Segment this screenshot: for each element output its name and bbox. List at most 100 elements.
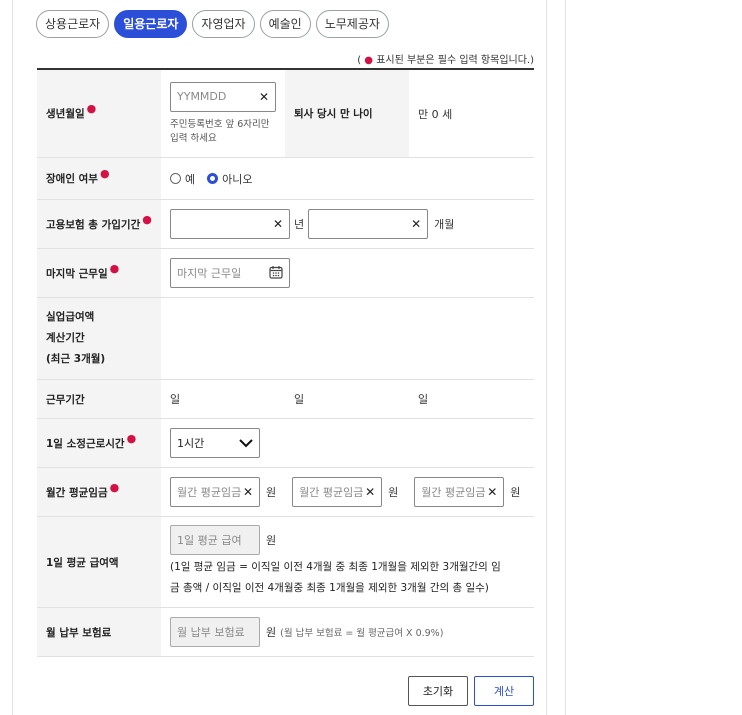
row-daily-average: 1일 평균 급여액 1일 평균 급여 원 (1일 평균 임금 = 이직일 이전 … xyxy=(37,517,534,608)
tab-self-employed[interactable]: 자영업자 xyxy=(192,10,255,38)
daily-hours-value: 1시간 xyxy=(177,437,205,450)
insurance-period-label-text: 고용보험 총 가입기간 xyxy=(46,218,141,231)
chevron-down-icon xyxy=(239,438,253,447)
premium-label: 월 납부 보험료 xyxy=(37,608,161,656)
insurance-years-input[interactable]: ✕ xyxy=(170,209,290,239)
premium-placeholder: 월 납부 보험료 xyxy=(177,626,245,639)
row-calc-period: 실업급여액 계산기간 (최근 3개월) xyxy=(37,298,534,380)
retire-age-label: 퇴사 당시 만 나이 xyxy=(285,70,409,157)
disability-no-label: 아니오 xyxy=(222,172,253,186)
radio-checked-icon xyxy=(207,173,219,184)
calculator-form: 생년월일 ● YYMMDD ✕ 주민등록번호 앞 6자리만 입력 하세요 퇴사 … xyxy=(37,68,534,657)
last-work-day-input[interactable]: 마지막 근무일 xyxy=(170,258,290,288)
daily-average-note-2: 금 총액 / 이직일 이전 4개월중 최종 1개월을 제외한 3개월 간의 총 … xyxy=(170,582,489,594)
retire-age-value: 만 0 세 xyxy=(418,107,453,121)
daily-average-input-wrap: 1일 평균 급여 원 xyxy=(170,525,282,555)
notice-open: ( xyxy=(357,55,362,66)
insurance-months-input[interactable]: ✕ xyxy=(308,209,429,239)
work-period-label-text: 근무기간 xyxy=(46,393,85,406)
monthly-wage-label: 월간 평균임금 ● xyxy=(37,468,161,516)
calendar-icon[interactable] xyxy=(269,265,283,282)
monthly-wage-placeholder: 월간 평균임금 xyxy=(299,486,364,499)
required-notice: ( ● 표시된 부분은 필수 입력 항목입니다.) xyxy=(357,51,534,66)
clear-icon[interactable]: ✕ xyxy=(259,90,269,104)
work-period-label: 근무기간 xyxy=(37,380,161,418)
birth-help-line1: 주민등록번호 앞 6자리만 xyxy=(170,118,270,130)
required-dot-icon: ● xyxy=(109,261,120,275)
disability-yes-label: 예 xyxy=(185,172,196,186)
notice-text: 표시된 부분은 필수 입력 항목입니다.) xyxy=(376,55,534,66)
monthly-wage-label-text: 월간 평균임금 xyxy=(46,486,108,499)
daily-hours-label-text: 1일 소정근로시간 xyxy=(46,437,125,450)
calc-period-line3: (최근 3개월) xyxy=(46,353,106,365)
daily-average-placeholder: 1일 평균 급여 xyxy=(177,534,242,547)
disability-label-text: 장애인 여부 xyxy=(46,173,98,185)
reset-button[interactable]: 초기화 xyxy=(408,676,468,706)
row-last-work-day: 마지막 근무일 ● 마지막 근무일 xyxy=(37,249,534,298)
clear-icon[interactable]: ✕ xyxy=(411,217,421,231)
side-divider xyxy=(565,0,566,715)
daily-hours-cell: 1시간 xyxy=(161,419,534,467)
monthly-wage-placeholder: 월간 평균임금 xyxy=(421,486,486,499)
last-work-day-label: 마지막 근무일 ● xyxy=(37,249,161,297)
clear-icon[interactable]: ✕ xyxy=(365,485,375,499)
disability-yes-radio[interactable]: 예 xyxy=(170,171,195,187)
monthly-wage-cell: 월간 평균임금 ✕ 원 월간 평균임금 ✕ 원 월간 평균임금 ✕ 원 xyxy=(161,468,534,516)
daily-average-input: 1일 평균 급여 xyxy=(170,525,260,555)
required-dot-icon: ● xyxy=(126,431,137,445)
work-days-3: 일 xyxy=(418,393,429,406)
tab-labor-provider[interactable]: 노무제공자 xyxy=(315,10,389,38)
last-work-day-cell: 마지막 근무일 xyxy=(161,249,534,297)
premium-input: 월 납부 보험료 xyxy=(170,617,260,647)
tab-regular-worker[interactable]: 상용근로자 xyxy=(36,10,110,38)
won-unit: 원 xyxy=(510,486,521,499)
won-unit: 원 xyxy=(388,486,399,499)
daily-hours-select[interactable]: 1시간 xyxy=(170,428,260,458)
monthly-wage-input-1[interactable]: 월간 평균임금 ✕ xyxy=(170,477,260,507)
clear-icon[interactable]: ✕ xyxy=(273,217,283,231)
disability-no-radio[interactable]: 아니오 xyxy=(207,171,253,187)
daily-average-note: (1일 평균 임금 = 이직일 이전 4개월 중 최종 1개월을 제외한 3개월… xyxy=(170,557,501,599)
tab-daily-worker[interactable]: 일용근로자 xyxy=(114,10,188,38)
row-disability: 장애인 여부 ● 예 아니오 xyxy=(37,158,534,200)
monthly-wage-placeholder: 월간 평균임금 xyxy=(177,486,242,499)
row-daily-hours: 1일 소정근로시간 ● 1시간 xyxy=(37,419,534,468)
insurance-period-label: 고용보험 총 가입기간 ● xyxy=(37,200,161,248)
clear-icon[interactable]: ✕ xyxy=(487,485,497,499)
daily-average-label: 1일 평균 급여액 xyxy=(37,517,161,607)
premium-cell: 월 납부 보험료 원 (월 납부 보험료 = 월 평균급여 X 0.9%) xyxy=(161,608,534,656)
premium-label-text: 월 납부 보험료 xyxy=(46,626,112,639)
row-insurance-period: 고용보험 총 가입기간 ● ✕ 년 ✕ 개월 xyxy=(37,200,534,249)
birth-input[interactable]: YYMMDD ✕ xyxy=(170,81,276,112)
retire-age-label-text: 퇴사 당시 만 나이 xyxy=(294,108,373,120)
required-dot-icon: ● xyxy=(109,480,120,494)
tab-artist[interactable]: 예술인 xyxy=(259,10,311,38)
last-work-day-placeholder: 마지막 근무일 xyxy=(177,267,242,280)
disability-options: 예 아니오 xyxy=(161,158,534,199)
premium-note: (월 납부 보험료 = 월 평균급여 X 0.9%) xyxy=(280,628,444,639)
daily-average-label-text: 1일 평균 급여액 xyxy=(46,556,119,569)
work-days-2: 일 xyxy=(294,393,305,406)
worker-type-tabs: 상용근로자 일용근로자 자영업자 예술인 노무제공자 xyxy=(36,10,389,38)
calc-period-line2: 계산기간 xyxy=(46,332,85,344)
birth-label: 생년월일 ● xyxy=(37,70,161,157)
required-dot-icon: ● xyxy=(86,102,97,115)
radio-circle-icon xyxy=(170,173,181,184)
calc-period-cell xyxy=(161,298,534,379)
birth-cell: YYMMDD ✕ 주민등록번호 앞 6자리만 입력 하세요 xyxy=(161,70,285,157)
last-work-day-label-text: 마지막 근무일 xyxy=(46,267,108,280)
calculate-button[interactable]: 계산 xyxy=(474,676,534,706)
disability-label: 장애인 여부 ● xyxy=(37,158,161,199)
calc-period-label: 실업급여액 계산기간 (최근 3개월) xyxy=(37,298,161,379)
birth-placeholder: YYMMDD xyxy=(177,90,227,103)
row-birth: 생년월일 ● YYMMDD ✕ 주민등록번호 앞 6자리만 입력 하세요 퇴사 … xyxy=(37,70,534,158)
clear-icon[interactable]: ✕ xyxy=(243,485,253,499)
required-dot-icon: ● xyxy=(364,55,374,66)
row-premium: 월 납부 보험료 월 납부 보험료 원 (월 납부 보험료 = 월 평균급여 X… xyxy=(37,608,534,657)
monthly-wage-input-3[interactable]: 월간 평균임금 ✕ xyxy=(414,477,505,507)
monthly-wage-input-2[interactable]: 월간 평균임금 ✕ xyxy=(292,477,383,507)
daily-average-cell: 1일 평균 급여 원 (1일 평균 임금 = 이직일 이전 4개월 중 최종 1… xyxy=(161,517,534,607)
birth-help: 주민등록번호 앞 6자리만 입력 하세요 xyxy=(170,118,269,146)
row-monthly-wage: 월간 평균임금 ● 월간 평균임금 ✕ 원 월간 평균임금 ✕ 원 월간 평균임… xyxy=(37,468,534,517)
required-dot-icon: ● xyxy=(99,167,110,180)
